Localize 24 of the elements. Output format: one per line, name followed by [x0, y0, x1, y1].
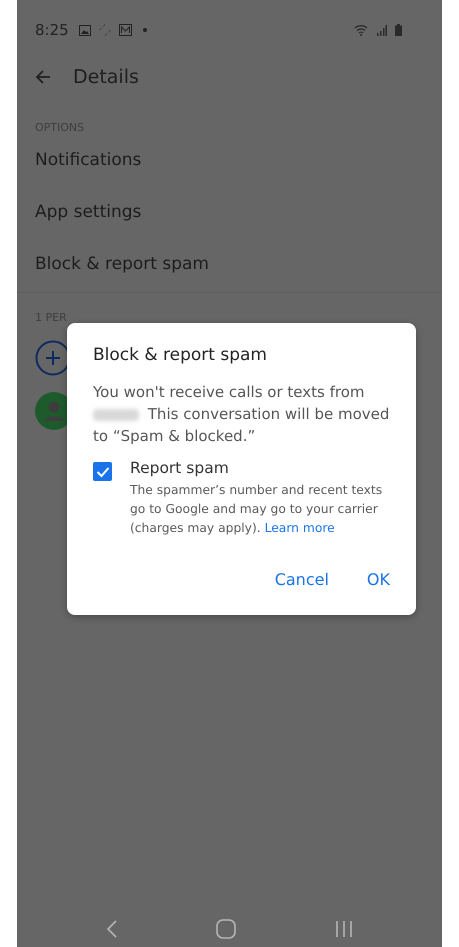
signal-icon — [377, 24, 387, 36]
option-item[interactable]: App settings — [35, 200, 442, 238]
dialog-message: You won't receive calls or texts from This conversation will be moved to “Spam & blocked.” — [93, 382, 390, 447]
checkbox[interactable] — [93, 462, 112, 481]
status-time: 8:25 — [35, 21, 69, 39]
image-icon — [78, 24, 91, 36]
back-arrow-icon[interactable] — [35, 70, 51, 84]
cancel-button[interactable]: Cancel — [262, 564, 341, 595]
screen-title: Details — [73, 66, 139, 88]
learn-more-link[interactable]: Learn more — [264, 521, 335, 535]
redacted-number — [93, 408, 139, 421]
checkbox-label: Report spam — [130, 459, 230, 477]
back-icon[interactable] — [106, 920, 116, 938]
home-icon[interactable] — [216, 919, 236, 939]
mail-icon — [118, 24, 132, 36]
option-item[interactable]: Notifications — [35, 148, 442, 186]
dialog-title: Block & report spam — [93, 345, 268, 365]
checkbox-description: The spammer’s number and recent texts go to Google and may go to your carrier (charges may apply). Learn more — [130, 482, 384, 537]
battery-icon — [395, 24, 402, 36]
option-item[interactable]: Block & report spam — [35, 252, 442, 290]
recent-apps-icon[interactable] — [334, 920, 352, 938]
ok-button[interactable]: OK — [354, 564, 402, 595]
wifi-icon — [354, 24, 369, 36]
notification-dot-icon — [142, 28, 147, 32]
